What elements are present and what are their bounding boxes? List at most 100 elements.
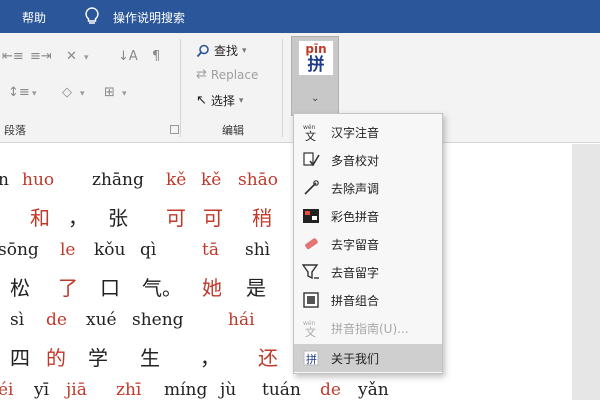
menu-item-label: 去字留音 xyxy=(331,238,380,252)
menu-item-label: 关于我们 xyxy=(331,352,380,366)
tell-me-search[interactable]: 操作说明搜索 xyxy=(113,9,185,26)
menu-item-label: 拼音指南(U)... xyxy=(331,322,409,336)
text-token: sheng xyxy=(132,310,184,330)
decrease-indent-icon[interactable]: ⇤≡ xyxy=(2,49,24,65)
eraser-icon xyxy=(305,238,318,250)
search-icon xyxy=(196,44,209,57)
shading-icon[interactable]: ◇ xyxy=(62,85,72,101)
show-marks-icon[interactable]: ¶ xyxy=(152,49,160,65)
text-token: huo xyxy=(22,170,55,190)
text-token: yǎn xyxy=(358,380,389,400)
chevron-down-icon[interactable]: ▾ xyxy=(84,53,89,63)
help-tab[interactable]: 帮助 xyxy=(22,9,46,26)
text-token: yī xyxy=(34,380,50,400)
text-token: kě xyxy=(201,170,222,190)
text-token: sì xyxy=(10,310,25,330)
hanzi-zhuyin-icon: wén 文 xyxy=(303,124,316,141)
color-pinyin-icon xyxy=(303,209,319,223)
menu-item-remove-tone[interactable]: 去除声调 xyxy=(294,174,442,202)
pinyin-dropdown-menu: wén 文 汉字注音 多音校对 去除声调 彩色拼音 去字留音 去音留字 拼音组合… xyxy=(293,113,443,374)
about-icon: 拼 xyxy=(303,350,319,366)
text-token: zhāng xyxy=(92,170,144,190)
text-token: míng xyxy=(164,380,208,400)
text-token: 可 xyxy=(166,206,186,230)
text-token: éi xyxy=(0,380,14,400)
menu-item-keep-char[interactable]: 去音留字 xyxy=(294,258,442,286)
sort-icon[interactable]: ↓A xyxy=(118,49,138,65)
select-button[interactable]: ↖ 选择 ▾ xyxy=(196,92,243,109)
line-spacing-icon[interactable]: ↕≡ xyxy=(8,85,30,101)
paragraph-dialog-launcher[interactable] xyxy=(170,125,179,134)
cursor-icon: ↖ xyxy=(196,93,207,108)
select-label: 选择 xyxy=(210,94,235,108)
document-page[interactable]: n huo zhāng kě kě shāo 和 ， 张 可 可 稍 sōng … xyxy=(0,144,572,400)
find-button[interactable]: 查找 ▾ xyxy=(196,42,247,59)
title-bar: 帮助 操作说明搜索 xyxy=(0,0,600,33)
menu-item-pinyin-combine[interactable]: 拼音组合 xyxy=(294,286,442,314)
text-token: 学 xyxy=(88,346,108,370)
replace-icon: ⇄ xyxy=(196,67,207,82)
svg-text:文: 文 xyxy=(305,129,316,141)
text-token: 是 xyxy=(246,276,266,300)
menu-item-about[interactable]: 拼 关于我们 xyxy=(294,344,442,372)
text-token: 松 xyxy=(10,276,30,300)
menu-item-hanzi-zhuyin[interactable]: wén 文 汉字注音 xyxy=(294,118,442,146)
chevron-down-icon[interactable]: ▾ xyxy=(122,89,127,99)
text-token: 气。 xyxy=(142,276,182,300)
text-token: 还 xyxy=(258,346,278,370)
group-separator xyxy=(282,39,283,137)
increase-indent-icon[interactable]: ≡⇥ xyxy=(30,49,52,65)
borders-icon[interactable]: ⊞ xyxy=(104,85,115,101)
text-token: 生 xyxy=(140,346,160,370)
text-token: 她 xyxy=(202,276,222,300)
remove-tone-icon xyxy=(304,180,319,195)
group-separator xyxy=(180,39,181,137)
edit-group-label: 编辑 xyxy=(222,124,244,137)
replace-label: Replace xyxy=(210,67,259,82)
text-token: zhī xyxy=(116,380,142,400)
text-token: de xyxy=(320,380,341,400)
filter-icon xyxy=(302,264,319,280)
text-token: ， xyxy=(68,206,88,230)
chevron-down-icon: ▾ xyxy=(242,45,247,56)
chevron-down-icon: ⌄ xyxy=(311,93,320,104)
menu-item-label: 拼音组合 xyxy=(331,294,380,308)
menu-item-keep-sound[interactable]: 去字留音 xyxy=(294,230,442,258)
polyphone-check-icon xyxy=(303,152,320,167)
menu-item-polyphone-check[interactable]: 多音校对 xyxy=(294,146,442,174)
text-token: hái xyxy=(228,310,255,330)
svg-text:文: 文 xyxy=(305,325,316,337)
pinyin-logo-char: 拼 xyxy=(307,55,325,75)
menu-item-color-pinyin[interactable]: 彩色拼音 xyxy=(294,202,442,230)
replace-button[interactable]: ⇄ Replace xyxy=(196,67,258,82)
lightbulb-icon[interactable] xyxy=(82,6,102,26)
text-token: 四 xyxy=(10,346,30,370)
chevron-down-icon: ▾ xyxy=(238,95,244,106)
chinese-layout-icon[interactable]: ✕ xyxy=(66,49,77,65)
text-token: de xyxy=(46,310,67,330)
text-token: qì xyxy=(140,240,157,260)
paragraph-group-label: 段落 xyxy=(4,124,26,137)
text-token: 的 xyxy=(46,346,66,370)
text-token: xué xyxy=(86,310,117,330)
svg-text:拼: 拼 xyxy=(306,352,317,366)
text-token: tā xyxy=(202,240,219,260)
text-token: 和 xyxy=(30,206,50,230)
text-token: 稍 xyxy=(252,206,272,230)
pinyin-guide-icon: wén 文 xyxy=(303,320,316,337)
pinyin-logo-top: pīn xyxy=(305,42,327,56)
chevron-down-icon[interactable]: ▾ xyxy=(80,89,85,99)
menu-item-label: 彩色拼音 xyxy=(331,210,380,224)
text-token: kǒu xyxy=(94,240,126,260)
text-token: ， xyxy=(200,346,220,370)
pinyin-addin-button[interactable]: pīn 拼 ⌄ xyxy=(291,36,339,116)
text-token: 了 xyxy=(58,276,78,300)
menu-item-pinyin-guide[interactable]: wén 文 拼音指南(U)... xyxy=(294,314,442,342)
text-token: jiā xyxy=(66,380,87,400)
find-label: 查找 xyxy=(214,44,239,58)
text-token: n xyxy=(0,170,9,190)
menu-item-label: 去除声调 xyxy=(331,182,380,196)
text-token: 张 xyxy=(108,206,128,230)
chevron-down-icon[interactable]: ▾ xyxy=(32,89,37,99)
text-token: shāo xyxy=(238,170,279,190)
